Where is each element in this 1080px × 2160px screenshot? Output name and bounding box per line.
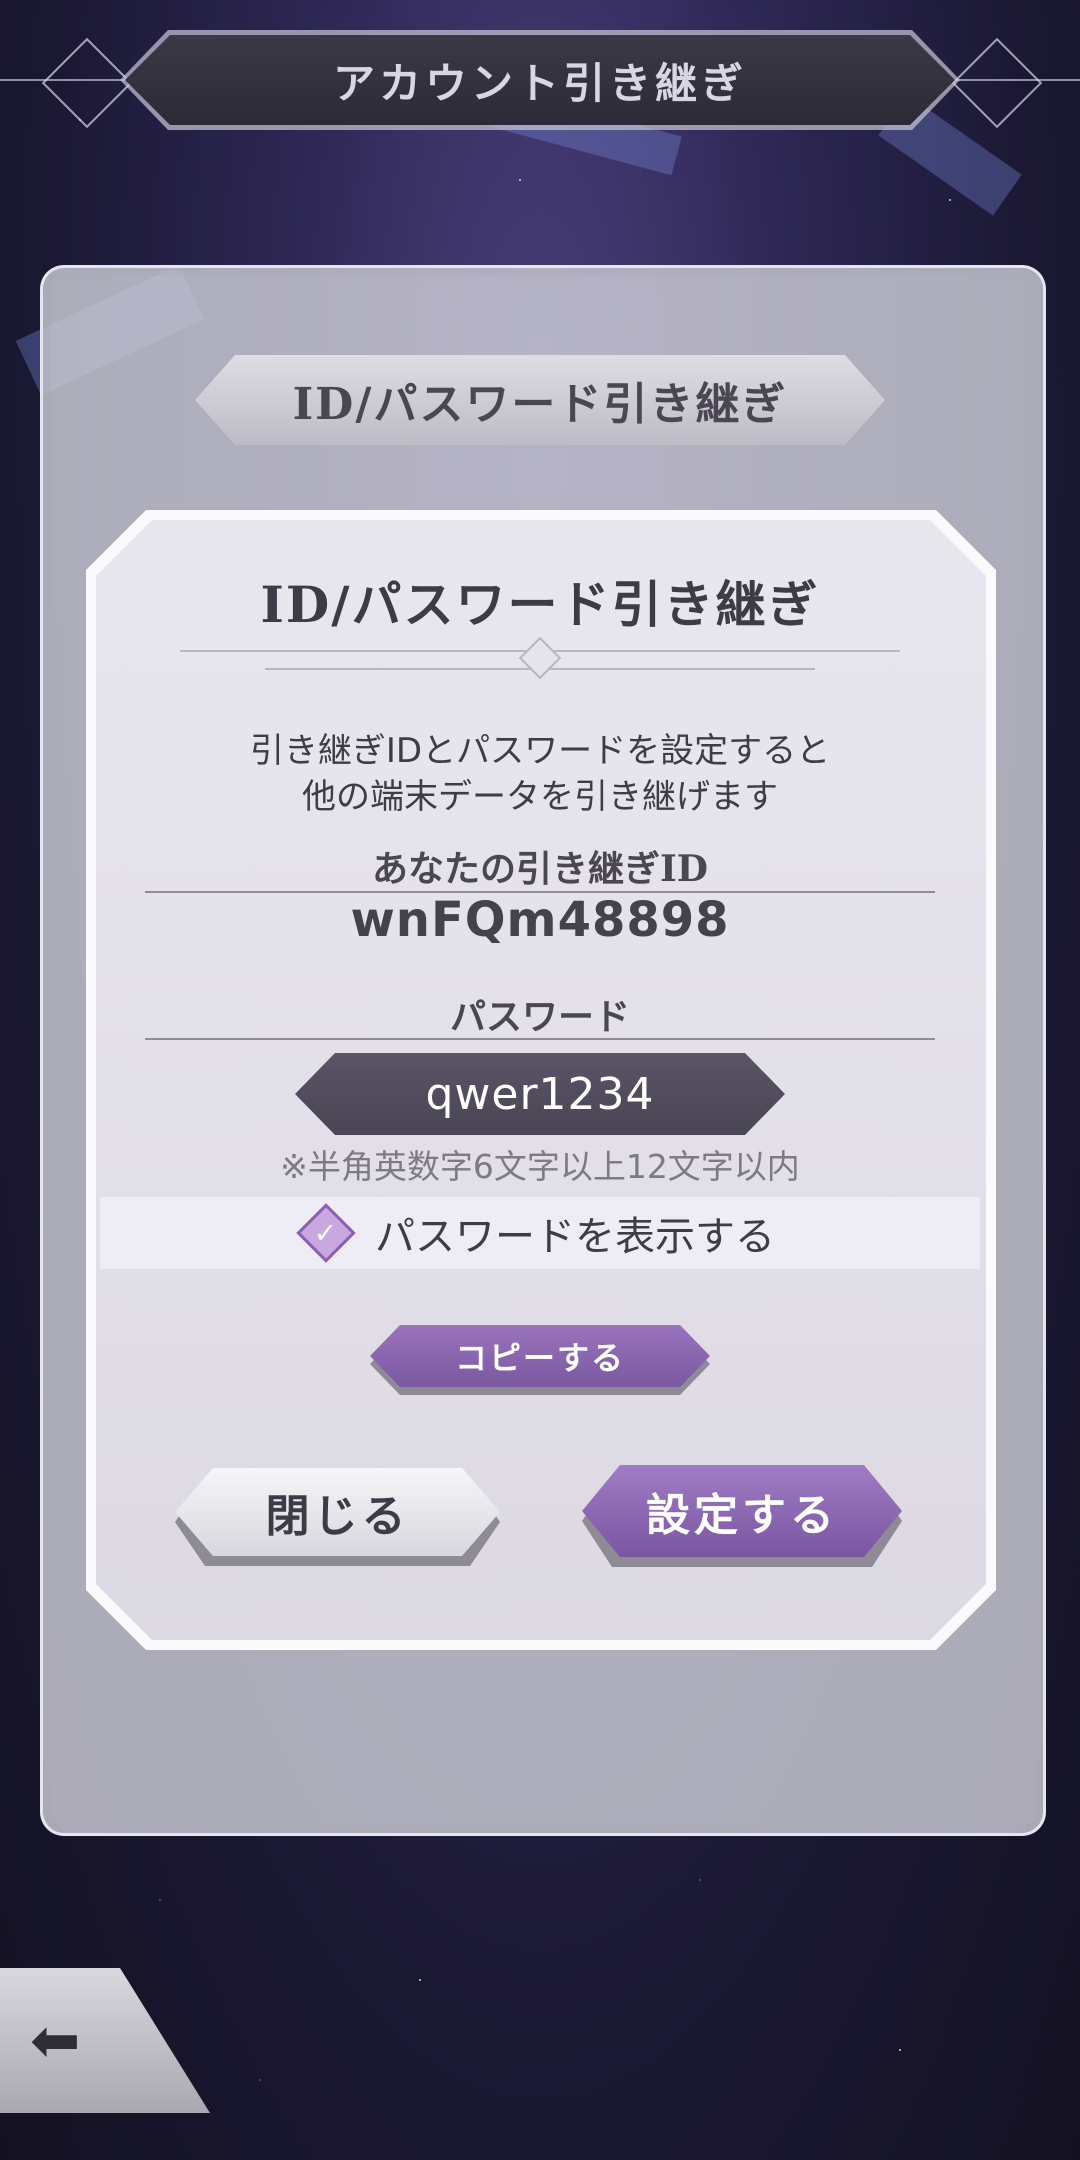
checkbox-checked-icon[interactable]: ✓ (296, 1203, 356, 1263)
header-diamond-left (41, 37, 133, 129)
dialog-title: ID/パスワード引き継ぎ (260, 575, 820, 634)
top-header: アカウント引き継ぎ (0, 25, 1080, 135)
copy-button-label: コピーする (454, 1339, 625, 1377)
header-plate: アカウント引き継ぎ (125, 35, 955, 125)
set-button[interactable]: 設定する (582, 1465, 902, 1557)
arrow-left-icon: ⬅ (30, 2005, 81, 2076)
section-title-plate: ID/パスワード引き継ぎ (195, 355, 885, 445)
password-label: パスワード (449, 996, 630, 1038)
section-title: ID/パスワード引き継ぎ (292, 379, 788, 430)
show-password-toggle[interactable]: ✓ パスワードを表示する (100, 1197, 980, 1269)
transfer-id-value: wnFQm48898 (350, 892, 730, 948)
header-diamond-right (951, 37, 1043, 129)
show-password-label: パスワードを表示する (375, 1214, 775, 1260)
checkmark-icon: ✓ (314, 1216, 338, 1250)
dialog-description: 引き継ぎIDとパスワードを設定すると 他の端末データを引き継げます (0, 728, 1080, 820)
close-button-label: 閉じる (265, 1491, 410, 1542)
description-line-1: 引き継ぎIDとパスワードを設定すると (249, 731, 831, 771)
set-button-label: 設定する (646, 1490, 838, 1541)
copy-button[interactable]: コピーする (370, 1325, 710, 1387)
password-input-value: qwer1234 (425, 1068, 655, 1120)
password-input[interactable]: qwer1234 (295, 1053, 785, 1135)
description-line-2: 他の端末データを引き継げます (302, 777, 778, 817)
page-title: アカウント引き継ぎ (332, 58, 747, 108)
password-hint: ※半角英数字6文字以上12文字以内 (280, 1147, 800, 1186)
close-button[interactable]: 閉じる (175, 1468, 500, 1556)
transfer-id-label: あなたの引き継ぎID (371, 848, 709, 890)
password-label-underline (145, 1038, 935, 1040)
